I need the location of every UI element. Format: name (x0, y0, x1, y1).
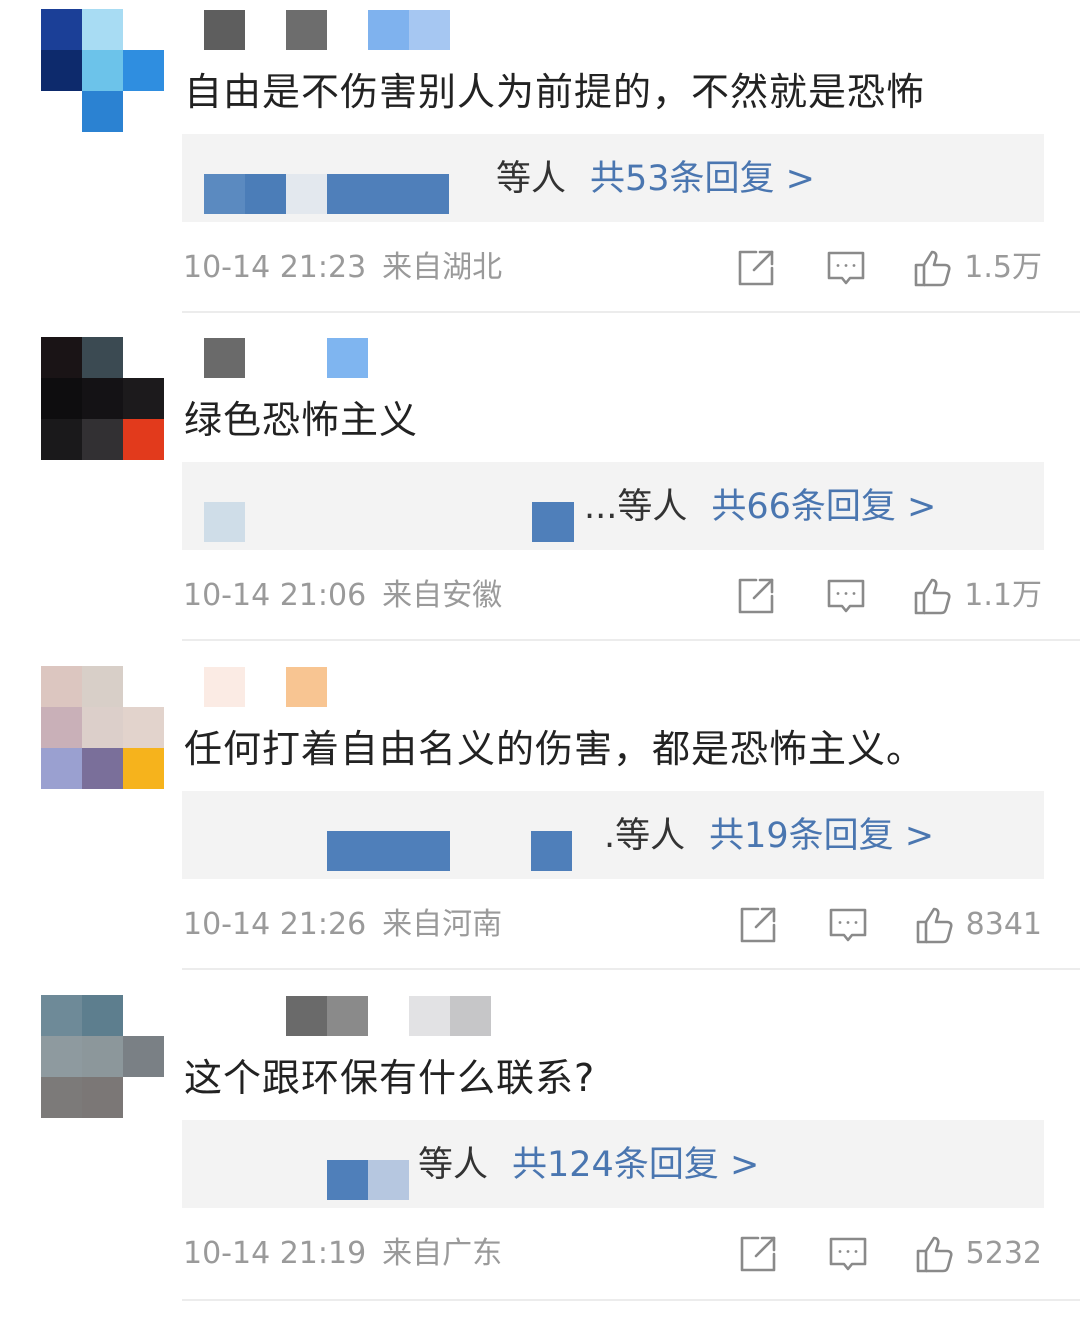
share-icon[interactable] (736, 248, 776, 288)
comment-region: 来自湖北 (382, 250, 503, 285)
divider (182, 1299, 1080, 1301)
comment-text: 任何打着自由名义的伤害，都是恐怖主义。 (184, 727, 926, 771)
share-icon[interactable] (736, 576, 776, 616)
comment-meta: 10-14 21:06 来自安徽 (183, 573, 502, 619)
comment-actions: 5232 (738, 1231, 1042, 1277)
reply-user-names (204, 174, 449, 214)
reply-user-names (204, 502, 574, 542)
comment-icon[interactable] (828, 1234, 868, 1274)
comment-icon[interactable] (828, 905, 868, 945)
reply-count-link[interactable]: 共66条回复 > (711, 487, 936, 527)
reply-count-link[interactable]: 共53条回复 > (590, 159, 815, 199)
reply-user-names (327, 1160, 409, 1200)
reply-preview[interactable]: .等人 共19条回复 > (182, 791, 1044, 879)
comment-time: 10-14 21:26 (183, 907, 367, 942)
avatar[interactable] (41, 337, 164, 460)
share-icon[interactable] (738, 1234, 778, 1274)
reply-users-suffix: 等人 (496, 159, 567, 199)
reply-user-names (327, 831, 572, 871)
comment-actions: 1.1万 (736, 573, 1042, 619)
comment-meta: 10-14 21:19 来自广东 (183, 1231, 502, 1277)
reply-count-link[interactable]: 共19条回复 > (709, 816, 934, 856)
comment-item: 任何打着自由名义的伤害，都是恐怖主义。 .等人 共19条回复 > 10-14 21… (0, 657, 1080, 985)
reply-users-suffix: 等人 (418, 1145, 489, 1185)
avatar[interactable] (41, 995, 164, 1118)
share-icon[interactable] (738, 905, 778, 945)
divider (182, 968, 1080, 970)
like-count: 5232 (965, 1236, 1042, 1271)
like-count: 8341 (965, 907, 1042, 942)
like-count: 1.5万 (964, 250, 1042, 285)
comment-item: 绿色恐怖主义 ...等人 共66条回复 > 10-14 21:06 来自安徽 1.1… (0, 328, 1080, 656)
avatar[interactable] (41, 9, 164, 132)
comment-text: 绿色恐怖主义 (184, 398, 419, 442)
reply-preview[interactable]: ...等人 共66条回复 > (182, 462, 1044, 550)
comment-region: 来自安徽 (382, 578, 503, 613)
reply-users-suffix: .等人 (604, 816, 686, 856)
comment-meta: 10-14 21:26 来自河南 (183, 902, 502, 948)
comment-time: 10-14 21:06 (183, 578, 367, 613)
comment-actions: 1.5万 (736, 245, 1042, 291)
comment-text: 自由是不伤害别人为前提的，不然就是恐怖 (184, 70, 926, 114)
reply-count-link[interactable]: 共124条回复 > (512, 1145, 759, 1185)
comment-item: 这个跟环保有什么联系? 等人 共124条回复 > 10-14 21:19 来自广东 … (0, 986, 1080, 1314)
reply-preview[interactable]: 等人 共124条回复 > (182, 1120, 1044, 1208)
comment-meta: 10-14 21:23 来自湖北 (183, 245, 502, 291)
thumbs-up-icon[interactable] (914, 1234, 954, 1274)
like-count: 1.1万 (964, 578, 1042, 613)
comment-region: 来自河南 (382, 907, 503, 942)
comment-region: 来自广东 (382, 1236, 503, 1271)
thumbs-up-icon[interactable] (912, 248, 952, 288)
comment-item: 自由是不伤害别人为前提的，不然就是恐怖 等人 共53条回复 > 10-14 21:… (0, 0, 1080, 328)
comment-icon[interactable] (826, 576, 866, 616)
avatar[interactable] (41, 666, 164, 789)
thumbs-up-icon[interactable] (914, 905, 954, 945)
reply-users-suffix: ...等人 (584, 487, 688, 527)
reply-preview[interactable]: 等人 共53条回复 > (182, 134, 1044, 222)
comment-actions: 8341 (738, 902, 1042, 948)
comment-icon[interactable] (826, 248, 866, 288)
divider (182, 311, 1080, 313)
comment-time: 10-14 21:23 (183, 250, 367, 285)
comment-time: 10-14 21:19 (183, 1236, 367, 1271)
thumbs-up-icon[interactable] (912, 576, 952, 616)
divider (182, 639, 1080, 641)
comment-text: 这个跟环保有什么联系? (184, 1056, 596, 1100)
